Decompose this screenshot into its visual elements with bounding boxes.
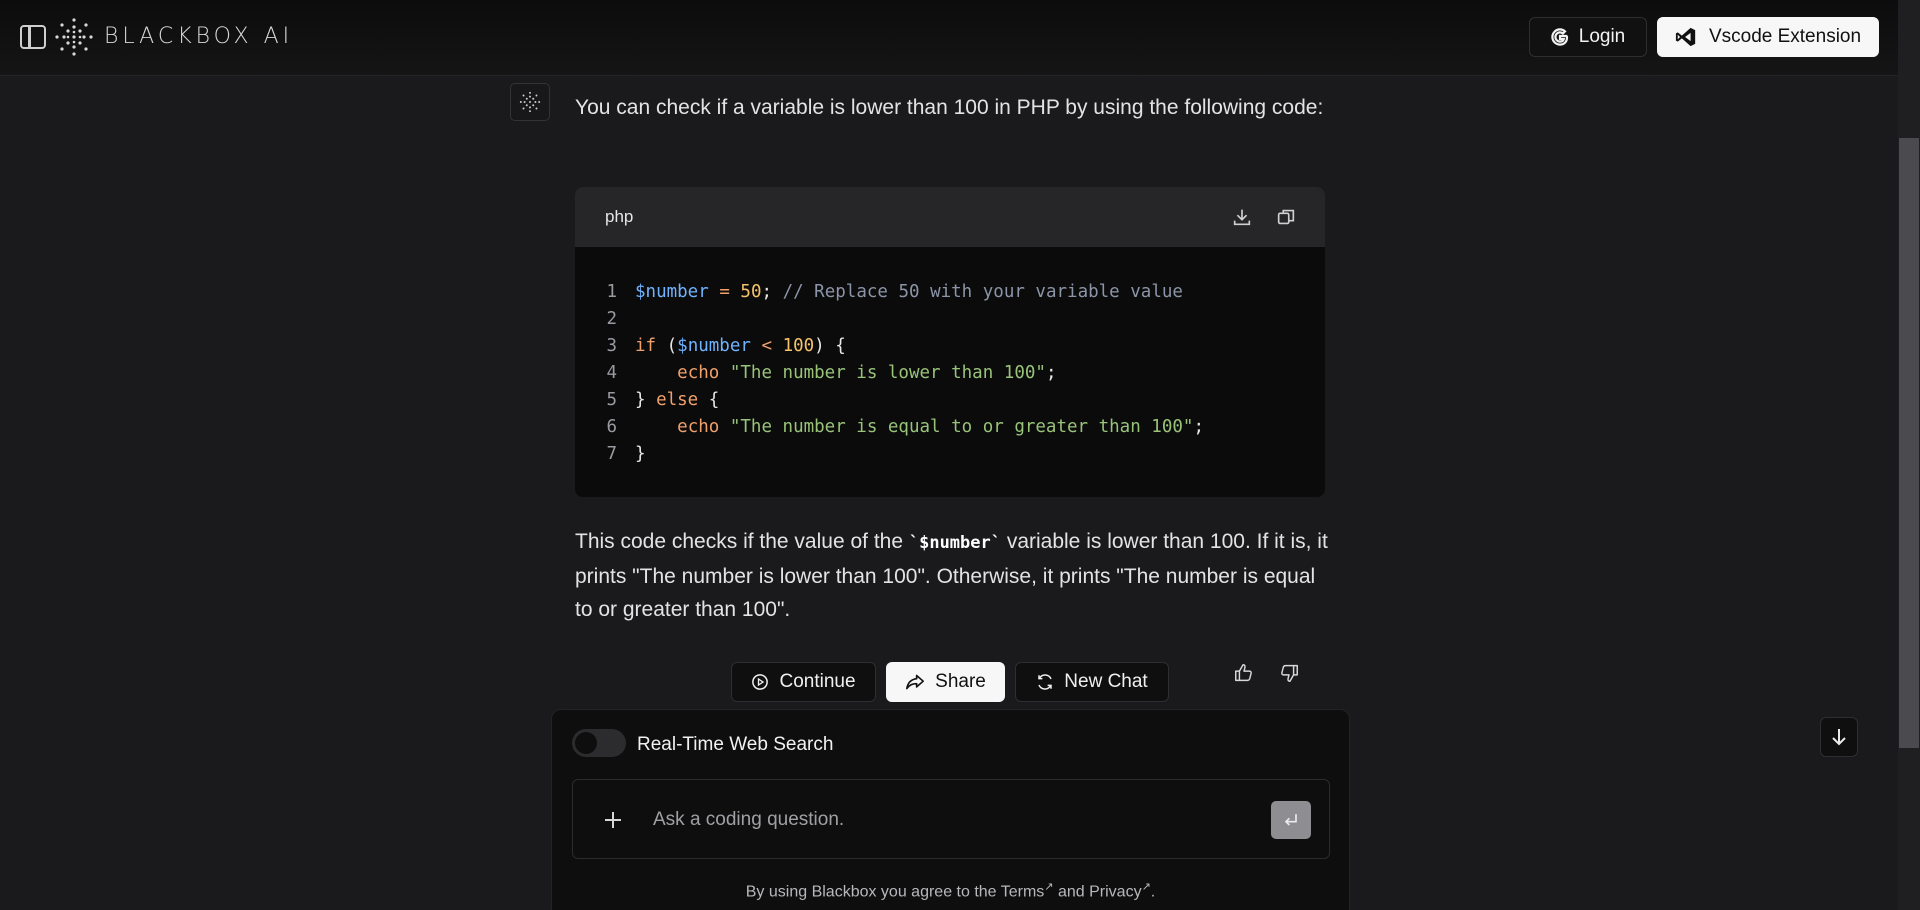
continue-button[interactable]: Continue	[731, 662, 876, 702]
thumbs-down-icon[interactable]	[1278, 662, 1300, 684]
code-line-3: if ($number < 100) {	[635, 335, 846, 356]
google-icon	[1551, 28, 1568, 46]
enter-icon	[1284, 814, 1297, 826]
code-line: 5 } else {	[606, 389, 720, 410]
sidebar-toggle-icon[interactable]	[20, 25, 46, 49]
refresh-icon	[1038, 674, 1053, 690]
vscode-icon	[1675, 27, 1696, 47]
chat-input[interactable]	[653, 800, 1233, 840]
chat-input-box	[572, 779, 1330, 859]
download-icon[interactable]	[1231, 206, 1253, 228]
share-icon	[906, 674, 925, 690]
code-line: 4 echo "The number is lower than 100";	[606, 362, 1057, 383]
blackbox-logo-icon	[55, 18, 93, 56]
blackbox-logo-icon	[519, 91, 541, 113]
code-line-6: echo "The number is equal to or greater …	[677, 416, 1204, 437]
web-search-label: Real-Time Web Search	[637, 734, 834, 755]
code-body: 1 $number = 50; // Replace 50 with your …	[575, 247, 1325, 467]
share-button[interactable]: Share	[886, 662, 1005, 702]
code-line-5: } else {	[635, 389, 720, 410]
code-language: php	[605, 207, 634, 226]
arrow-down-icon	[1832, 729, 1846, 746]
inline-code: `$number`	[908, 533, 1001, 553]
external-link-icon: ↗	[1141, 881, 1151, 893]
login-label: Login	[1578, 26, 1626, 47]
thumbs-up-icon[interactable]	[1233, 662, 1255, 684]
external-link-icon: ↗	[1044, 881, 1054, 893]
code-line-1: $number = 50; // Replace 50 with your va…	[635, 281, 1183, 302]
message-explanation: This code checks if the value of the `$n…	[575, 530, 1328, 621]
code-line-4: echo "The number is lower than 100";	[677, 362, 1057, 383]
vscode-extension-button[interactable]: Vscode Extension	[1657, 17, 1879, 57]
code-line: 6 echo "The number is equal to or greate…	[606, 416, 1204, 437]
login-button[interactable]: Login	[1529, 17, 1647, 57]
privacy-link[interactable]: Privacy	[1089, 883, 1141, 900]
assistant-avatar	[510, 83, 550, 121]
top-bar: BLACKBOX AI Login Vscode Extension	[0, 0, 1898, 76]
web-search-toggle[interactable]	[572, 729, 626, 757]
new-chat-button[interactable]: New Chat	[1015, 662, 1169, 702]
code-line: 7 }	[606, 443, 646, 464]
code-line: 3 if ($number < 100) {	[606, 335, 846, 356]
copy-icon[interactable]	[1275, 206, 1297, 228]
plus-icon[interactable]	[599, 806, 627, 834]
composer-panel: Real-Time Web Search By using Blackbox y…	[551, 709, 1350, 910]
scrollbar-thumb[interactable]	[1899, 138, 1919, 748]
brand-name: BLACKBOX AI	[104, 24, 294, 49]
code-block: php 1 $number = 50; // Replace 50 with y…	[575, 187, 1325, 497]
play-circle-icon	[752, 674, 769, 690]
code-header: php	[575, 187, 1325, 247]
terms-notice: By using Blackbox you agree to the Terms…	[745, 881, 1156, 901]
vscode-label: Vscode Extension	[1708, 26, 1862, 47]
send-button[interactable]	[1271, 801, 1311, 839]
code-line: 1 $number = 50; // Replace 50 with your …	[606, 281, 1183, 302]
terms-link[interactable]: Terms	[1001, 883, 1045, 900]
code-line-7: }	[635, 443, 646, 464]
code-line: 2	[606, 308, 617, 329]
scroll-to-bottom-button[interactable]	[1820, 717, 1858, 757]
message-intro: You can check if a variable is lower tha…	[575, 96, 1324, 119]
